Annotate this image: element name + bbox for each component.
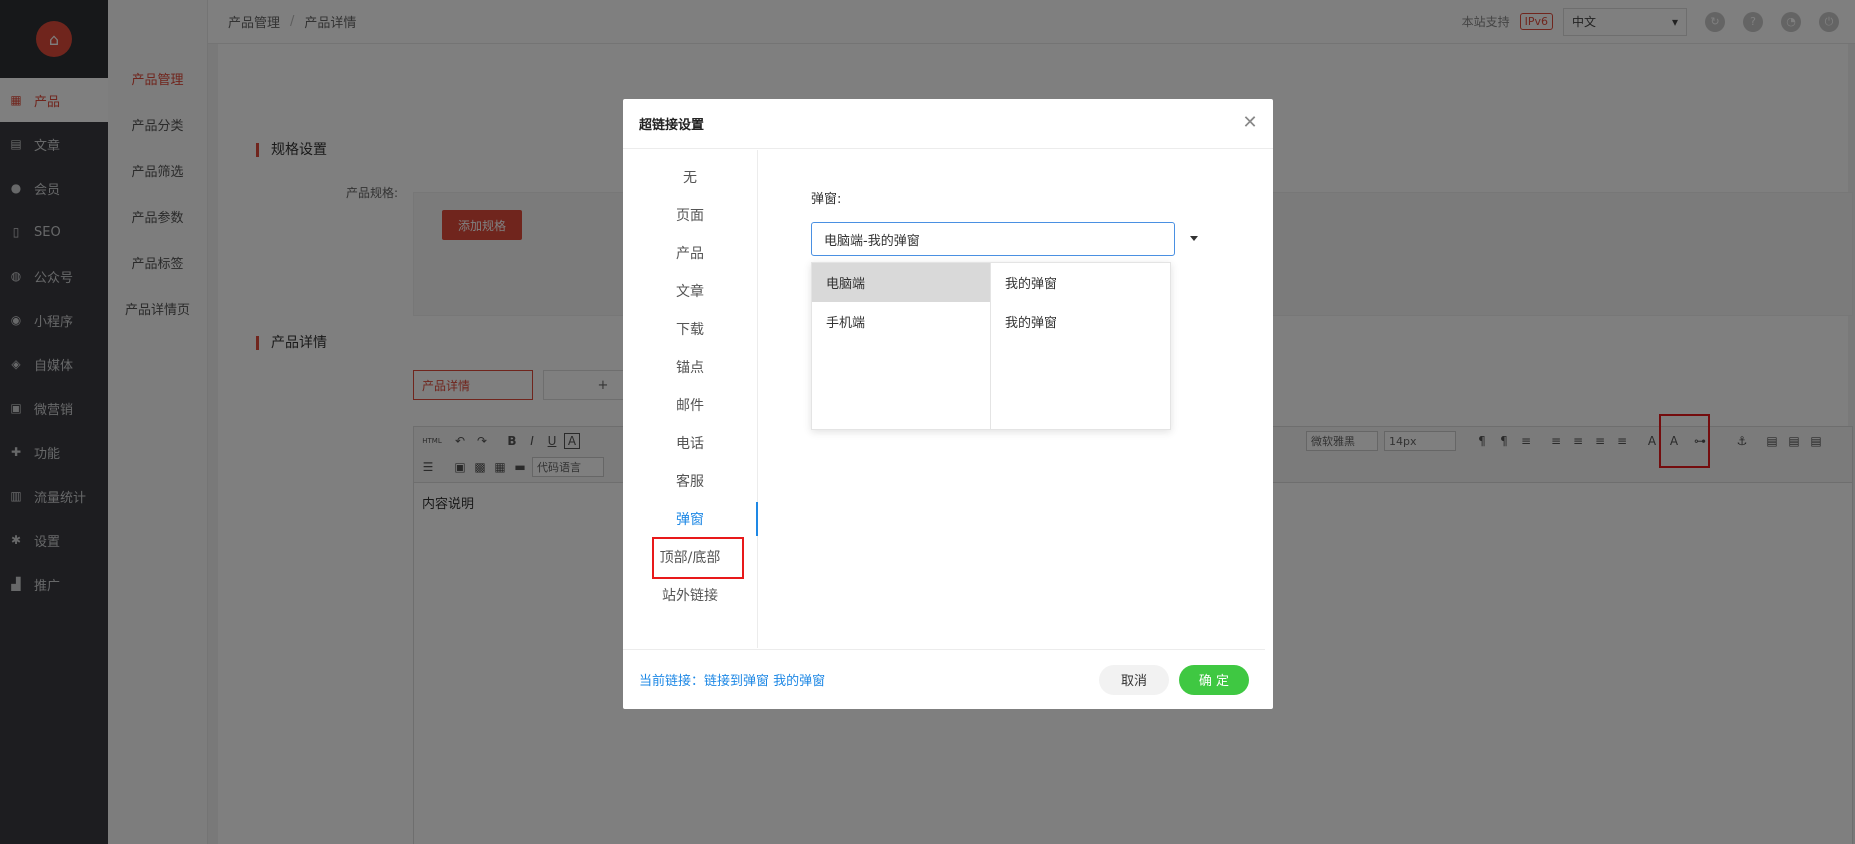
cascader-option-pc[interactable]: 电脑端 bbox=[812, 263, 990, 302]
link-type-page[interactable]: 页面 bbox=[623, 196, 757, 234]
cascader-option-popup-1[interactable]: 我的弹窗 bbox=[991, 263, 1170, 302]
link-config-area: 弹窗: 电脑端-我的弹窗 电脑端 手机端 我的弹窗 我的弹窗 bbox=[759, 150, 1273, 648]
popup-cascader: 电脑端 手机端 我的弹窗 我的弹窗 bbox=[811, 262, 1171, 430]
confirm-button[interactable]: 确 定 bbox=[1179, 664, 1249, 695]
popup-label: 弹窗: bbox=[811, 192, 842, 207]
modal-title: 超链接设置 bbox=[639, 118, 705, 133]
link-type-external[interactable]: 站外链接 bbox=[623, 576, 757, 614]
link-type-popup[interactable]: 弹窗 bbox=[623, 500, 758, 538]
hyperlink-settings-dialog: 超链接设置 ✕ 无 页面 产品 文章 下载 锚点 邮件 电话 客服 弹窗 顶部/… bbox=[623, 99, 1273, 709]
link-type-download[interactable]: 下载 bbox=[623, 310, 757, 348]
cascader-column-device: 电脑端 手机端 bbox=[812, 263, 991, 429]
cascader-option-popup-2[interactable]: 我的弹窗 bbox=[991, 302, 1170, 341]
link-type-email[interactable]: 邮件 bbox=[623, 386, 757, 424]
popup-select-input[interactable]: 电脑端-我的弹窗 bbox=[811, 222, 1175, 256]
cascader-option-mobile[interactable]: 手机端 bbox=[812, 302, 990, 341]
link-type-product[interactable]: 产品 bbox=[623, 234, 757, 272]
popup-highlight-box bbox=[652, 537, 744, 579]
close-icon[interactable]: ✕ bbox=[1241, 114, 1259, 132]
current-link-text: 当前链接：链接到弹窗 我的弹窗 bbox=[639, 674, 826, 689]
link-type-none[interactable]: 无 bbox=[623, 158, 757, 196]
dropdown-arrow-icon[interactable] bbox=[1190, 236, 1198, 241]
modal-header: 超链接设置 ✕ bbox=[623, 99, 1273, 149]
link-type-customer-service[interactable]: 客服 bbox=[623, 462, 757, 500]
cancel-button[interactable]: 取消 bbox=[1099, 664, 1169, 695]
link-type-phone[interactable]: 电话 bbox=[623, 424, 757, 462]
cascader-column-popup: 我的弹窗 我的弹窗 bbox=[991, 263, 1170, 429]
modal-footer: 当前链接：链接到弹窗 我的弹窗 取消 确 定 bbox=[623, 649, 1265, 709]
link-type-anchor[interactable]: 锚点 bbox=[623, 348, 757, 386]
link-type-list: 无 页面 产品 文章 下载 锚点 邮件 电话 客服 弹窗 顶部/底部 站外链接 bbox=[623, 150, 758, 648]
link-type-article[interactable]: 文章 bbox=[623, 272, 757, 310]
footer-buttons: 取消 确 定 bbox=[1099, 664, 1249, 695]
